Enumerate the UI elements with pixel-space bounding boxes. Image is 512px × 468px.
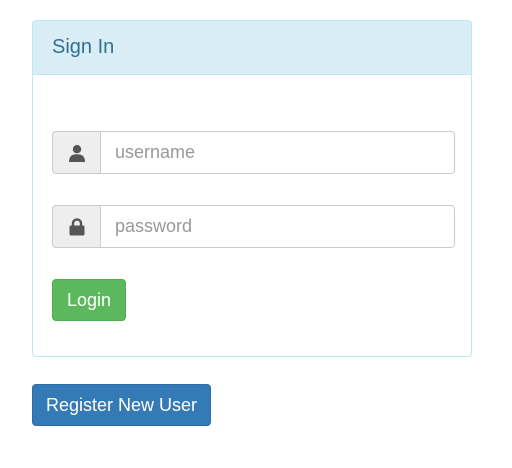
sign-in-panel: Sign In Login	[32, 20, 472, 357]
username-group	[52, 131, 455, 174]
login-button[interactable]: Login	[52, 279, 126, 321]
password-input[interactable]	[100, 205, 455, 248]
password-group	[52, 205, 455, 248]
username-input[interactable]	[100, 131, 455, 174]
panel-title: Sign In	[33, 21, 471, 75]
user-icon	[52, 131, 100, 174]
register-new-user-button[interactable]: Register New User	[32, 384, 211, 426]
lock-icon	[52, 205, 100, 248]
